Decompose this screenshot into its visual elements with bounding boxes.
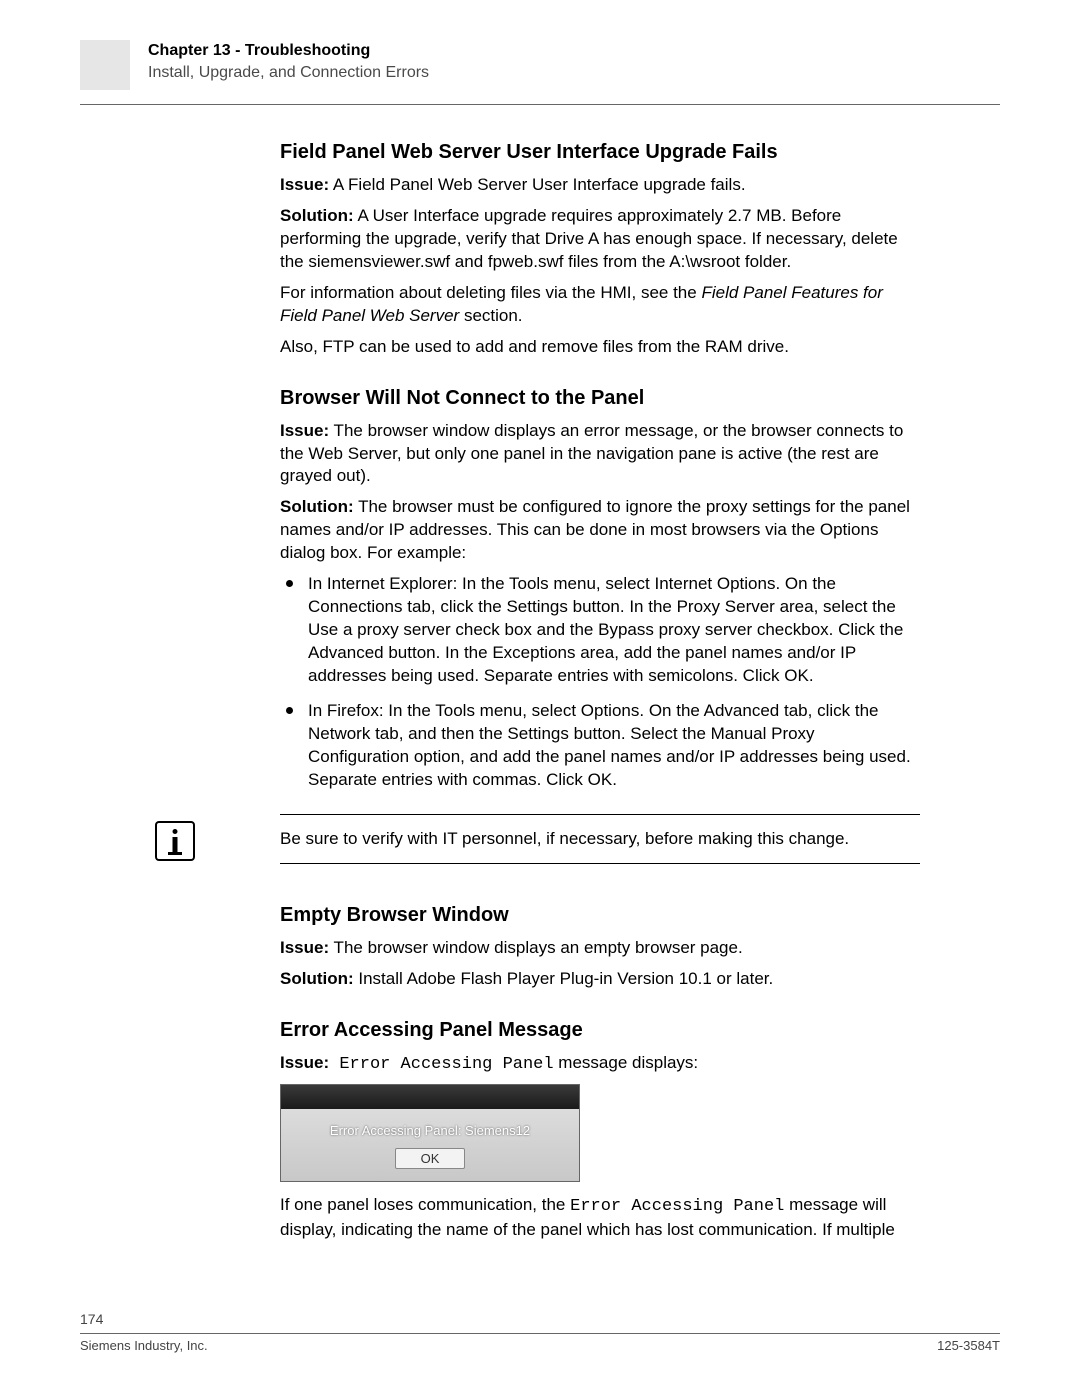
issue-code: Error Accessing Panel	[329, 1055, 553, 1074]
note-box: Be sure to verify with IT personnel, if …	[80, 814, 1000, 864]
txt: Advanced	[704, 701, 780, 720]
dialog-message: Error Accessing Panel: Siemens12	[291, 1123, 569, 1138]
txt: check box and the	[451, 620, 598, 639]
issue-label: Issue:	[280, 175, 329, 194]
txt: Connections	[308, 597, 403, 616]
txt: button. Select the	[569, 724, 711, 743]
txt: In Internet Explorer: In the	[308, 574, 509, 593]
solution-label: Solution:	[280, 497, 354, 516]
ref-pre: For information about deleting files via…	[280, 283, 701, 302]
txt: Use a proxy server	[308, 620, 451, 639]
txt: Tools	[509, 574, 549, 593]
txt: tab, click the	[403, 597, 507, 616]
s3-issue: Issue: The browser window displays an em…	[280, 937, 920, 960]
s3-solution: Solution: Install Adobe Flash Player Plu…	[280, 968, 920, 991]
txt: menu, select	[549, 574, 655, 593]
issue-label: Issue:	[280, 938, 329, 957]
note-text: Be sure to verify with IT personnel, if …	[280, 829, 849, 848]
txt: tab, and then the	[370, 724, 507, 743]
txt: Settings	[506, 597, 567, 616]
ref-post: section.	[459, 306, 522, 325]
list-item: In Internet Explorer: In the Tools menu,…	[280, 573, 920, 688]
txt: OK	[784, 666, 809, 685]
txt: . On the	[775, 574, 835, 593]
txt: area, select the	[775, 597, 896, 616]
txt: Tools	[435, 701, 475, 720]
txt: . On the	[639, 701, 703, 720]
txt: tab, click the	[779, 701, 878, 720]
dialog-titlebar	[281, 1085, 579, 1109]
s1-solution: Solution: A User Interface upgrade requi…	[280, 205, 920, 274]
txt: Options	[581, 701, 640, 720]
txt: OK	[588, 770, 613, 789]
info-icon-cell	[80, 815, 280, 861]
issue-text: The browser window displays an error mes…	[280, 421, 903, 486]
txt: checkbox. Click the	[752, 620, 903, 639]
txt: In Firefox: In the	[308, 701, 435, 720]
s1-ftp-note: Also, FTP can be used to add and remove …	[280, 336, 920, 359]
page-header: Chapter 13 - Troubleshooting Install, Up…	[80, 40, 1000, 90]
issue-tail: message displays:	[554, 1053, 699, 1072]
header-text-block: Chapter 13 - Troubleshooting Install, Up…	[148, 40, 429, 82]
footer-rule	[80, 1333, 1000, 1334]
header-rule	[80, 104, 1000, 105]
list-item: In Firefox: In the Tools menu, select Op…	[280, 700, 920, 792]
s2-issue: Issue: The browser window displays an er…	[280, 420, 920, 489]
heading-empty-browser: Empty Browser Window	[280, 904, 920, 927]
txt: button. In the	[568, 597, 677, 616]
issue-text: The browser window displays an empty bro…	[329, 938, 743, 957]
dialog-body: Error Accessing Panel: Siemens12 OK	[281, 1109, 579, 1181]
main-content: Field Panel Web Server User Interface Up…	[280, 141, 920, 792]
txt: Exceptions	[492, 643, 575, 662]
heading-upgrade-fails: Field Panel Web Server User Interface Up…	[280, 141, 920, 164]
txt: Advanced	[308, 643, 384, 662]
txt: Proxy Server	[677, 597, 775, 616]
txt: Internet Options	[655, 574, 776, 593]
footer-docnum: 125-3584T	[937, 1338, 1000, 1353]
info-icon	[155, 821, 195, 861]
heading-error-accessing: Error Accessing Panel Message	[280, 1019, 920, 1042]
solution-text: A User Interface upgrade requires approx…	[280, 206, 898, 271]
page-footer: 174 Siemens Industry, Inc. 125-3584T	[80, 1311, 1000, 1353]
s4-issue: Issue: Error Accessing Panel message dis…	[280, 1052, 920, 1077]
document-page: Chapter 13 - Troubleshooting Install, Up…	[0, 0, 1080, 1397]
txt: Settings	[507, 724, 568, 743]
issue-text: A Field Panel Web Server User Interface …	[329, 175, 745, 194]
page-number: 174	[80, 1311, 1000, 1327]
footer-company: Siemens Industry, Inc.	[80, 1338, 208, 1353]
error-dialog-screenshot: Error Accessing Panel: Siemens12 OK	[280, 1084, 580, 1182]
txt: If one panel loses communication, the	[280, 1195, 570, 1214]
s1-issue: Issue: A Field Panel Web Server User Int…	[280, 174, 920, 197]
ok-button[interactable]: OK	[395, 1148, 465, 1169]
s1-reference: For information about deleting files via…	[280, 282, 920, 328]
s4-after-text: If one panel loses communication, the Er…	[280, 1194, 920, 1242]
code-text: Error Accessing Panel	[570, 1197, 784, 1216]
section-subtitle: Install, Upgrade, and Connection Errors	[148, 64, 429, 82]
chapter-title: Chapter 13 - Troubleshooting	[148, 42, 429, 60]
solution-label: Solution:	[280, 969, 354, 988]
issue-label: Issue:	[280, 421, 329, 440]
note-rule-bottom	[280, 863, 920, 864]
txt: Network	[308, 724, 370, 743]
chapter-prefix: Chapter 13 -	[148, 42, 245, 59]
chapter-square-icon	[80, 40, 130, 90]
solution-text: The browser must be configured to ignore…	[280, 497, 910, 562]
s2-solution: Solution: The browser must be configured…	[280, 496, 920, 565]
browser-steps-list: In Internet Explorer: In the Tools menu,…	[280, 573, 920, 791]
heading-browser-connect: Browser Will Not Connect to the Panel	[280, 387, 920, 410]
solution-label: Solution:	[280, 206, 354, 225]
issue-label: Issue:	[280, 1053, 329, 1072]
txt: button. In the	[384, 643, 493, 662]
solution-text: Install Adobe Flash Player Plug-in Versi…	[354, 969, 774, 988]
txt: .	[612, 770, 617, 789]
chapter-name: Troubleshooting	[245, 42, 370, 59]
txt: Bypass proxy server	[598, 620, 752, 639]
txt: menu, select	[475, 701, 581, 720]
main-content-continued: Empty Browser Window Issue: The browser …	[280, 904, 920, 1243]
txt: .	[809, 666, 814, 685]
